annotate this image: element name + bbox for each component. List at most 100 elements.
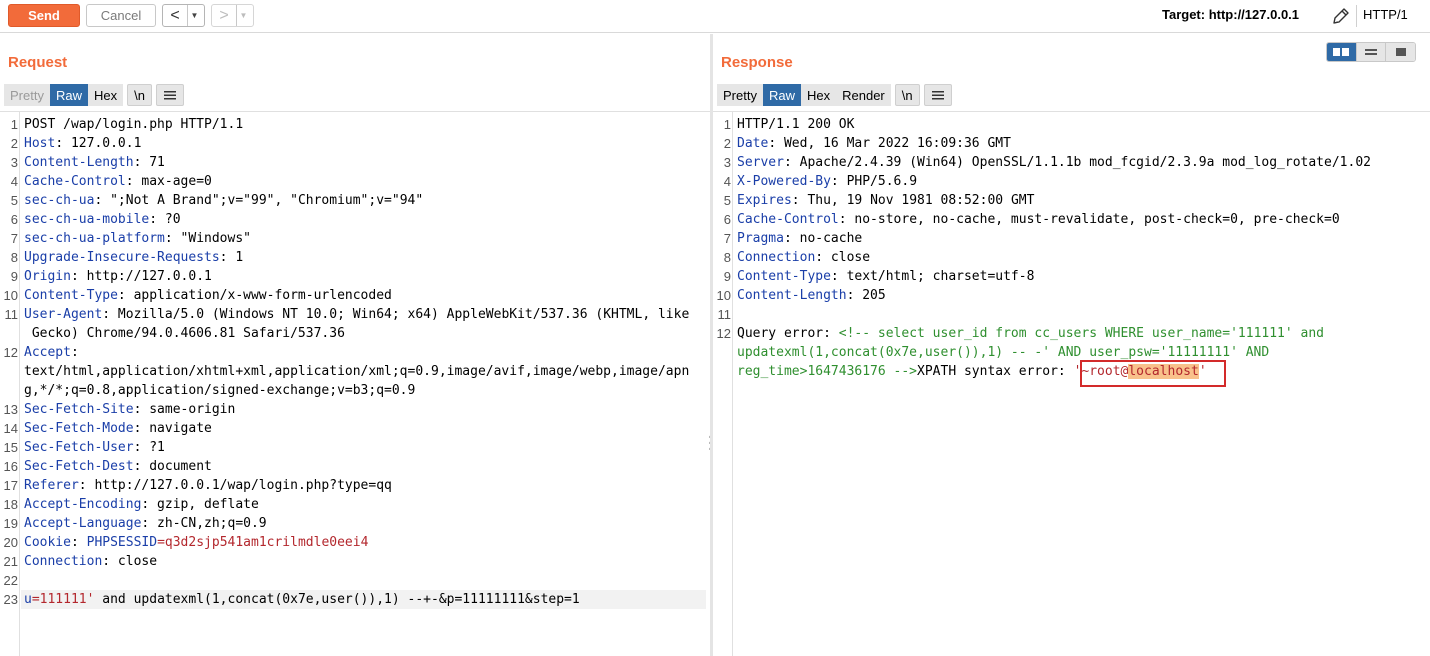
request-menu-button[interactable] <box>155 84 184 106</box>
line-number: 1 <box>10 117 18 132</box>
header-name: Connection <box>737 250 816 265</box>
request-tab-hex[interactable]: Hex <box>87 84 124 106</box>
back-history-dropdown-icon[interactable]: ▼ <box>187 5 201 26</box>
edit-target-pencil-icon[interactable] <box>1330 5 1352 27</box>
http-version-toggle[interactable]: HTTP/1 <box>1363 7 1408 22</box>
line-number: 15 <box>3 440 18 455</box>
forward-nav-group[interactable]: > ▼ <box>211 4 254 27</box>
request-title: Request <box>8 54 68 71</box>
line-number: 2 <box>10 136 18 151</box>
header-value: : ";Not A Brand";v="99", "Chromium";v="9… <box>94 193 424 208</box>
line-number: 3 <box>723 155 731 170</box>
code-line: Accept: <box>24 343 706 362</box>
target-label: Target: http://127.0.0.1 <box>1162 7 1300 22</box>
code-line: X-Powered-By: PHP/5.6.9 <box>737 172 1426 191</box>
response-tab-pretty[interactable]: Pretty <box>717 84 763 106</box>
request-tab-raw[interactable]: Raw <box>49 84 88 106</box>
header-value: : close <box>815 250 871 265</box>
body-param-name: u <box>24 592 32 607</box>
cookie-name: PHPSESSID <box>86 535 158 550</box>
header-name: Content-Type <box>737 269 831 284</box>
line-number: 14 <box>3 421 18 436</box>
header-value: : PHP/5.6.9 <box>830 174 918 189</box>
response-panel: Response Pretty Raw Hex Render \n 1 HTTP/… <box>713 34 1430 656</box>
response-editor[interactable]: 1 HTTP/1.1 200 OK 2 Date: Wed, 16 Mar 2022 … <box>713 111 1430 656</box>
line-number: 22 <box>3 573 18 588</box>
line-number: 8 <box>723 250 731 265</box>
line-number: 6 <box>723 212 731 227</box>
response-view-tabs: Pretty Raw Hex Render \n <box>717 84 952 106</box>
line-number: 10 <box>716 288 731 303</box>
header-name: X-Powered-By <box>737 174 831 189</box>
header-value: : close <box>102 554 158 569</box>
header-value: Gecko) Chrome/94.0.4606.81 Safari/537.36 <box>24 326 345 341</box>
response-tab-hex[interactable]: Hex <box>800 84 837 106</box>
code-line: Expires: Thu, 19 Nov 1981 08:52:00 GMT <box>737 191 1426 210</box>
header-name: Sec-Fetch-Dest <box>24 459 134 474</box>
code-line: Server: Apache/2.4.39 (Win64) OpenSSL/1.… <box>737 153 1426 172</box>
response-menu-button[interactable] <box>923 84 952 106</box>
response-title: Response <box>721 54 793 71</box>
header-value: : Mozilla/5.0 (Windows NT 10.0; Win64; x… <box>102 307 690 322</box>
code-line: Gecko) Chrome/94.0.4606.81 Safari/537.36 <box>24 324 706 343</box>
request-newline-toggle[interactable]: \n <box>127 84 152 106</box>
sql-comment-text: <!-- select user_id from cc_users WHERE … <box>838 326 1325 341</box>
code-line: Content-Type: text/html; charset=utf-8 <box>737 267 1426 286</box>
response-newline-toggle[interactable]: \n <box>894 84 920 106</box>
code-line: Sec-Fetch-Mode: navigate <box>24 419 706 438</box>
hamburger-menu-icon <box>163 91 176 100</box>
line-number: 3 <box>10 155 18 170</box>
line-number: 7 <box>10 231 18 246</box>
header-value: : 1 <box>219 250 244 265</box>
header-name: Referer <box>24 478 79 493</box>
toolbar-separator <box>1356 5 1357 27</box>
line-number: 5 <box>723 193 731 208</box>
header-name: User-Agent <box>24 307 103 322</box>
header-name: Server <box>737 155 784 170</box>
sql-comment-text: reg_time>1647436176 --> <box>737 364 918 379</box>
header-name: Sec-Fetch-User <box>24 440 134 455</box>
header-name: Origin <box>24 269 71 284</box>
header-name: Pragma <box>737 231 784 246</box>
request-tab-pretty[interactable]: Pretty <box>4 84 50 106</box>
response-tab-raw[interactable]: Raw <box>762 84 801 106</box>
response-tab-render[interactable]: Render <box>836 84 891 106</box>
line-number: 1 <box>723 117 731 132</box>
code-line: Connection: close <box>737 248 1426 267</box>
line-number: 17 <box>3 478 18 493</box>
line-number: 21 <box>3 554 18 569</box>
line-number: 13 <box>3 402 18 417</box>
error-result-highlight-box <box>1080 360 1226 387</box>
back-nav-group[interactable]: < ▼ <box>162 4 205 27</box>
code-line: u=111111' and updatexml(1,concat(0x7e,us… <box>24 590 706 609</box>
header-value: : ?0 <box>149 212 181 227</box>
forward-history-dropdown-icon[interactable]: ▼ <box>236 5 250 26</box>
forward-arrow-icon[interactable]: > <box>212 5 236 26</box>
code-line: Connection: close <box>24 552 706 571</box>
response-body-line: Query error: <!-- select user_id from cc… <box>737 324 1426 343</box>
code-line: sec-ch-ua-mobile: ?0 <box>24 210 706 229</box>
body-param-value: 111111' <box>39 592 95 607</box>
line-number: 11 <box>717 307 732 322</box>
code-line: Cache-Control: max-age=0 <box>24 172 706 191</box>
cancel-button[interactable]: Cancel <box>86 4 156 27</box>
header-name: sec-ch-ua-platform <box>24 231 165 246</box>
header-name: Host <box>24 136 56 151</box>
line-number: 8 <box>10 250 18 265</box>
code-line: Sec-Fetch-Site: same-origin <box>24 400 706 419</box>
header-value: : 127.0.0.1 <box>55 136 142 151</box>
code-line: sec-ch-ua: ";Not A Brand";v="99", "Chrom… <box>24 191 706 210</box>
header-name: Expires <box>737 193 792 208</box>
back-arrow-icon[interactable]: < <box>163 5 187 26</box>
header-name: Cache-Control <box>24 174 126 189</box>
code-line: User-Agent: Mozilla/5.0 (Windows NT 10.0… <box>24 305 706 324</box>
header-value: : zh-CN,zh;q=0.9 <box>141 516 267 531</box>
header-name: Content-Length <box>737 288 847 303</box>
request-editor[interactable]: 1 POST /wap/login.php HTTP/1.1 2 Host: 127.… <box>0 111 714 656</box>
code-line: sec-ch-ua-platform: "Windows" <box>24 229 706 248</box>
header-name: Content-Length <box>24 155 134 170</box>
code-line: Accept-Encoding: gzip, deflate <box>24 495 706 514</box>
code-line: POST /wap/login.php HTTP/1.1 <box>24 115 706 134</box>
send-button[interactable]: Send <box>8 4 80 27</box>
line-number: 20 <box>3 535 18 550</box>
